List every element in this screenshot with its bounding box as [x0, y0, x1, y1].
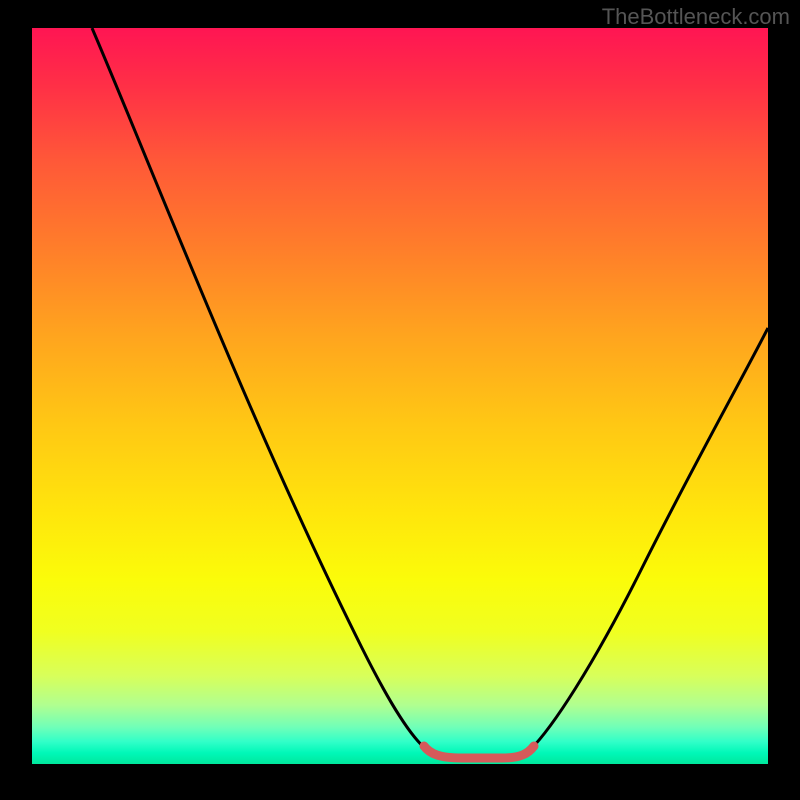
bottleneck-curve [32, 28, 768, 764]
watermark-text: TheBottleneck.com [602, 4, 790, 30]
chart-container: TheBottleneck.com [0, 0, 800, 800]
optimal-range-marker [424, 746, 534, 758]
curve-left-branch [92, 28, 427, 750]
curve-right-branch [530, 328, 768, 750]
